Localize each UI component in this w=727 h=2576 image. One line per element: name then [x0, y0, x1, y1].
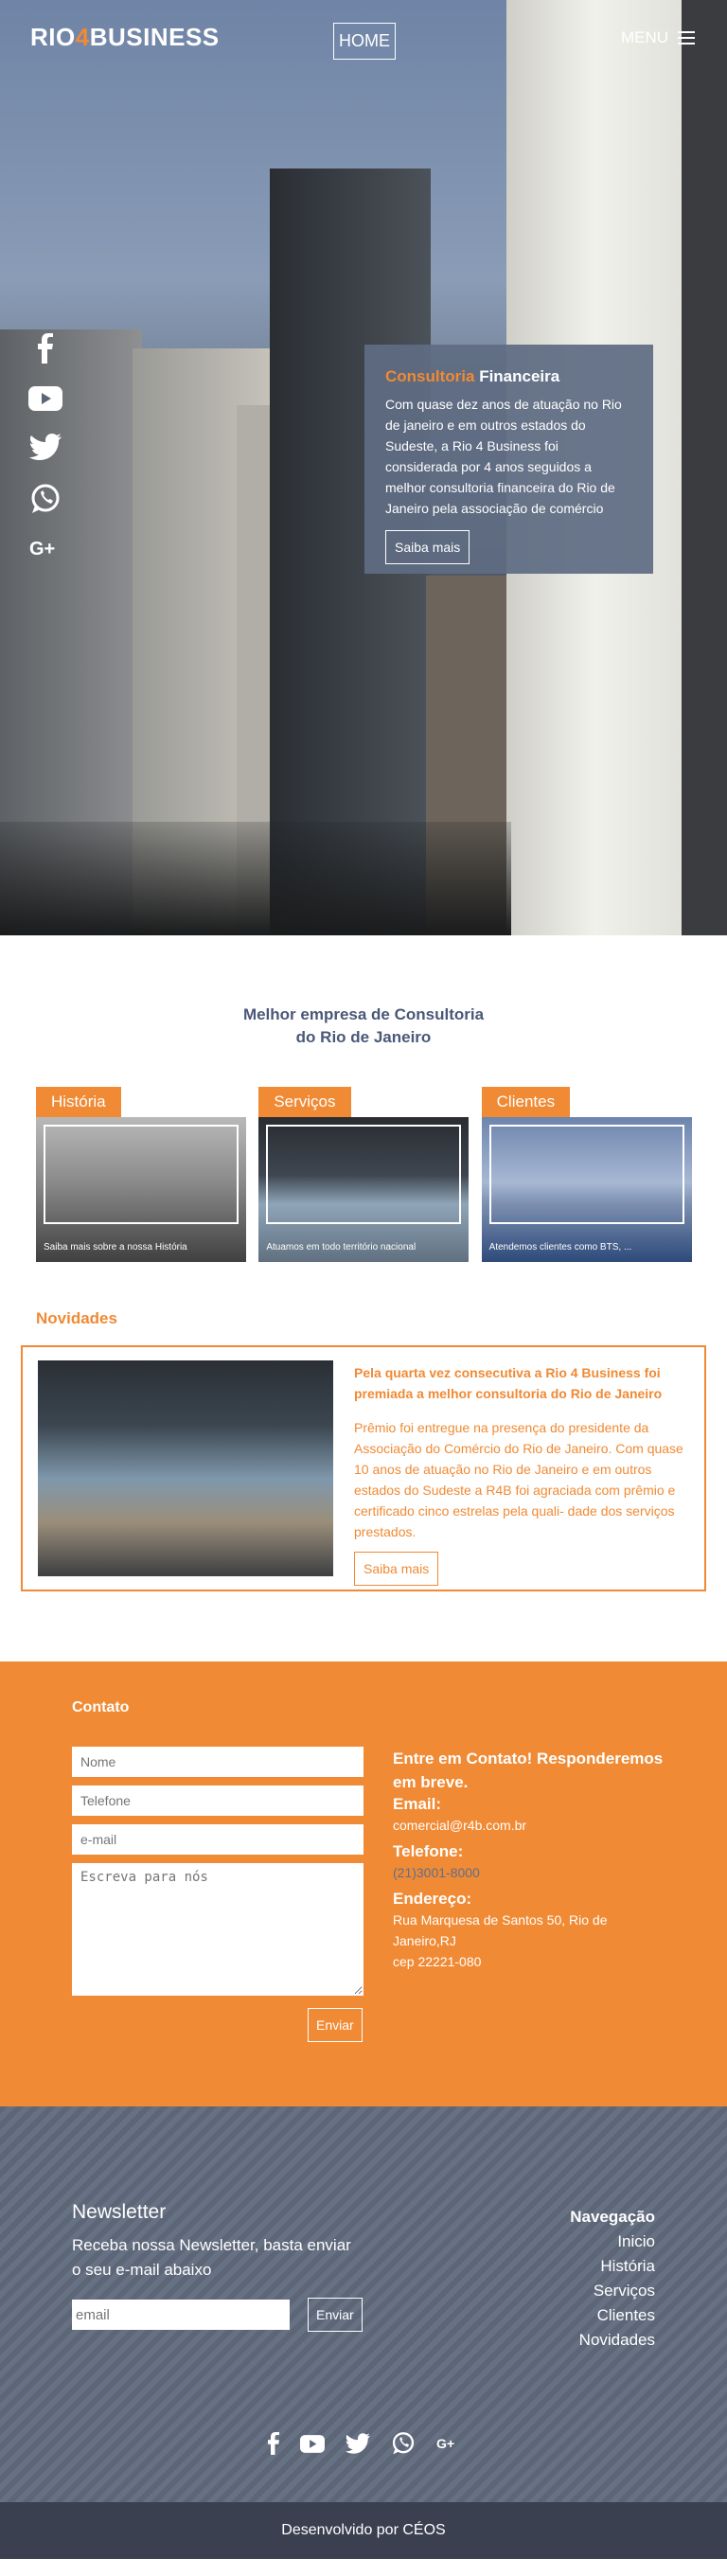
hero-section: RIO4BUSINESS HOME MENU G+ Consultoria Fi…: [0, 0, 727, 935]
hero-title-rest: Financeira: [479, 367, 560, 385]
footer-nav-item-novidades[interactable]: Novidades: [570, 2328, 655, 2353]
card-image-frame: [266, 1125, 462, 1224]
logo-accent: 4: [75, 23, 90, 51]
news-saiba-mais-button[interactable]: Saiba mais: [354, 1552, 439, 1586]
phone-value[interactable]: (21)3001-8000: [393, 1862, 667, 1883]
hero-callout: Consultoria Financeira Com quase dez ano…: [364, 345, 653, 574]
card-caption: Atuamos em todo território nacional: [266, 1242, 417, 1252]
card-tab[interactable]: Clientes: [481, 1087, 571, 1117]
social-sidebar: G+: [28, 333, 62, 559]
hero-background-street: [0, 822, 511, 935]
logo-text: RIO: [30, 23, 76, 51]
footer-nav-heading: Navegação: [570, 2208, 655, 2226]
svg-text:G+: G+: [436, 2436, 454, 2451]
hero-callout-text: Com quase dez anos de atuação no Rio de …: [385, 397, 622, 516]
footer: Newsletter Receba nossa Newsletter, bast…: [0, 2106, 727, 2502]
menu-button[interactable]: MENU: [621, 28, 695, 47]
intro-heading-line2: do Rio de Janeiro: [295, 1028, 432, 1046]
youtube-icon[interactable]: [300, 2434, 325, 2453]
newsletter-text: Receba nossa Newsletter, basta enviar o …: [72, 2236, 351, 2279]
feature-cards: História Saiba mais sobre a nossa Histór…: [0, 1087, 727, 1262]
footer-nav-item-servicos[interactable]: Serviços: [570, 2279, 655, 2303]
newsletter-title: Newsletter: [72, 2201, 167, 2223]
whatsapp-icon[interactable]: [29, 483, 62, 515]
news-image: [38, 1360, 333, 1576]
card-historia[interactable]: História Saiba mais sobre a nossa Histór…: [36, 1087, 246, 1262]
card-clientes[interactable]: Clientes Atendemos clientes como BTS, ..…: [481, 1087, 692, 1262]
footer-nav-item-historia[interactable]: História: [570, 2254, 655, 2279]
card-servicos[interactable]: Serviços Atuamos em todo território naci…: [258, 1087, 470, 1262]
logo[interactable]: RIO4BUSINESS: [30, 23, 220, 52]
google-plus-icon[interactable]: G+: [436, 2436, 459, 2451]
contact-cta: Entre em Contato! Responderemos em breve…: [393, 1750, 664, 1791]
email-field[interactable]: [72, 1824, 364, 1855]
name-field[interactable]: [72, 1747, 364, 1777]
footer-nav-item-clientes[interactable]: Clientes: [570, 2303, 655, 2328]
message-field[interactable]: [72, 1863, 364, 1996]
footer-social: G+: [0, 2431, 727, 2456]
news-text: Pela quarta vez consecutiva a Rio 4 Busi…: [354, 1360, 689, 1586]
hero-background-building: [682, 0, 727, 935]
home-button[interactable]: HOME: [333, 23, 396, 60]
google-plus-icon[interactable]: G+: [29, 538, 62, 559]
card-tab[interactable]: História: [36, 1087, 121, 1117]
card-image: Atuamos em todo território nacional: [258, 1117, 470, 1262]
email-label: Email:: [393, 1795, 442, 1813]
card-caption: Atendemos clientes como BTS, ...: [488, 1242, 632, 1252]
whatsapp-icon[interactable]: [391, 2431, 416, 2456]
hamburger-icon: [678, 31, 695, 44]
intro-heading-line1: Melhor empresa de Consultoria: [242, 1005, 485, 1023]
intro-heading: Melhor empresa de Consultoria do Rio de …: [0, 1004, 727, 1049]
twitter-icon[interactable]: [29, 434, 62, 460]
hero-saiba-mais-button[interactable]: Saiba mais: [385, 530, 470, 564]
newsletter-send-button[interactable]: Enviar: [308, 2298, 363, 2332]
card-image-frame: [44, 1125, 239, 1224]
email-value[interactable]: comercial@r4b.com.br: [393, 1815, 667, 1836]
card-image-frame: [488, 1125, 684, 1224]
svg-text:G+: G+: [29, 539, 55, 559]
intro-section: Melhor empresa de Consultoria do Rio de …: [0, 935, 727, 1087]
address-label: Endereço:: [393, 1890, 472, 1908]
address-line: Rua Marquesa de Santos 50, Rio de Janeir…: [393, 1912, 608, 1948]
twitter-icon[interactable]: [346, 2433, 370, 2454]
news-headline[interactable]: Pela quarta vez consecutiva a Rio 4 Busi…: [354, 1362, 689, 1404]
contact-info: Entre em Contato! Responderemos em breve…: [393, 1747, 667, 1972]
hero-title-accent: Consultoria: [385, 367, 475, 385]
hero-callout-title: Consultoria Financeira: [385, 367, 632, 386]
news-card: Pela quarta vez consecutiva a Rio 4 Busi…: [21, 1345, 706, 1591]
card-tab[interactable]: Serviços: [258, 1087, 351, 1117]
facebook-icon[interactable]: [38, 333, 53, 364]
youtube-icon[interactable]: [28, 386, 62, 411]
contact-section: Contato Enviar Entre em Contato! Respond…: [0, 1661, 727, 2106]
phone-field[interactable]: [72, 1785, 364, 1816]
news-body: Prêmio foi entregue na presença do presi…: [354, 1420, 683, 1539]
menu-label: MENU: [620, 28, 668, 46]
newsletter-email-input[interactable]: [72, 2300, 290, 2330]
credits-bar: Desenvolvido por CÉOS: [0, 2502, 727, 2559]
credits-text: Desenvolvido por CÉOS: [281, 2522, 446, 2538]
address-cep: cep 22221-080: [393, 1954, 482, 1969]
logo-text: BUSINESS: [89, 23, 220, 51]
card-image: Atendemos clientes como BTS, ...: [481, 1117, 692, 1262]
contact-label: Contato: [72, 1699, 130, 1715]
facebook-icon[interactable]: [268, 2432, 279, 2455]
footer-nav-item-inicio[interactable]: Inicio: [570, 2230, 655, 2254]
footer-nav: Navegação Inicio História Serviços Clien…: [570, 2205, 655, 2353]
contact-send-button[interactable]: Enviar: [308, 2008, 363, 2042]
card-image: Saiba mais sobre a nossa História: [36, 1117, 246, 1262]
card-caption: Saiba mais sobre a nossa História: [44, 1242, 187, 1252]
phone-label: Telefone:: [393, 1842, 464, 1860]
news-section-title: Novidades: [36, 1309, 117, 1327]
